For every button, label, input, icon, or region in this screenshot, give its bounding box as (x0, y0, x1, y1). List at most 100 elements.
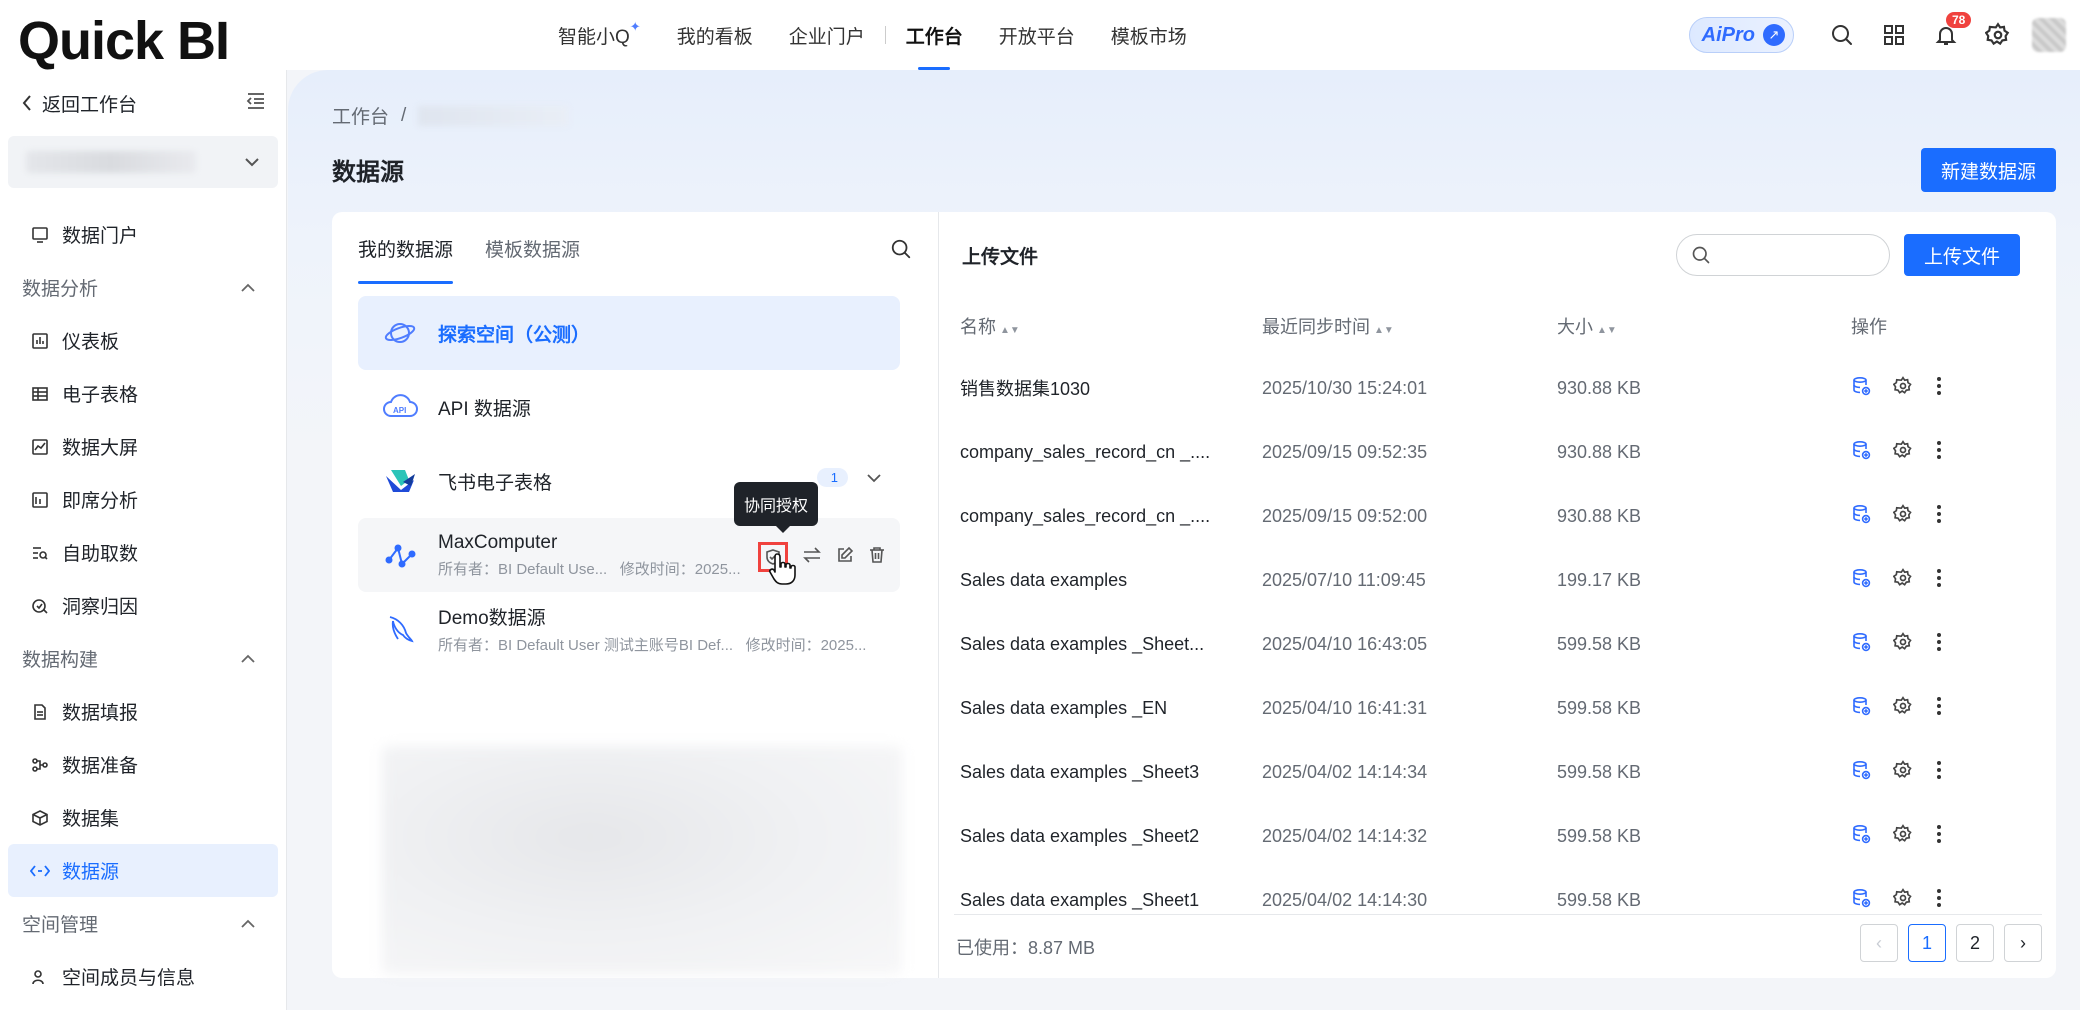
file-search-box[interactable] (1676, 234, 1890, 276)
trash-icon[interactable] (868, 546, 886, 569)
breadcrumb-space-blurred[interactable] (418, 105, 569, 126)
sidebar-item-dashboard[interactable]: 仪表板 (8, 314, 278, 367)
sidebar-item-bigscreen[interactable]: 数据大屏 (8, 420, 278, 473)
nav-template-market[interactable]: 模板市场 (1093, 0, 1205, 70)
more-vertical-icon[interactable] (1935, 568, 1943, 593)
dataset-create-icon[interactable] (1851, 696, 1871, 721)
dataset-create-icon[interactable] (1851, 760, 1871, 785)
row-actions (1845, 503, 2035, 529)
more-vertical-icon[interactable] (1935, 632, 1943, 657)
svg-text:API: API (393, 406, 406, 415)
gear-icon[interactable] (1892, 823, 1913, 849)
table-row[interactable]: company_sales_record_cn _.... 2025/09/15 … (954, 484, 2040, 548)
list-item[interactable]: MaxComputer 所有者：BI Default Use... 修改时间：2… (358, 518, 900, 592)
apps-grid-icon[interactable] (1868, 0, 1920, 70)
sidebar-item-fill[interactable]: 数据填报 (8, 685, 278, 738)
search-icon[interactable] (1816, 0, 1868, 70)
col-sync-time[interactable]: 最近同步时间 ▲▼ (1252, 313, 1549, 339)
dataset-create-icon[interactable] (1851, 632, 1871, 657)
table-row[interactable]: Sales data examples 2025/07/10 11:09:45 19… (954, 548, 2040, 612)
back-to-workbench[interactable]: 返回工作台 (20, 90, 137, 117)
gear-icon[interactable] (1892, 375, 1913, 401)
page-1-button[interactable]: 1 (1908, 924, 1946, 962)
aipro-button[interactable]: AiPro ↗ (1688, 17, 1794, 53)
nav-portal[interactable]: 企业门户 (771, 0, 883, 70)
collapse-sidebar-icon[interactable] (246, 92, 266, 115)
sidebar-group-build[interactable]: 数据构建 (0, 632, 286, 685)
sidebar-group-analysis[interactable]: 数据分析 (0, 261, 286, 314)
more-vertical-icon[interactable] (1935, 888, 1943, 913)
gear-icon[interactable] (1892, 567, 1913, 593)
sidebar-item-prep[interactable]: 数据准备 (8, 738, 278, 791)
dataset-create-icon[interactable] (1851, 824, 1871, 849)
nav-smart-q[interactable]: 智能小Q ✦ (540, 0, 659, 70)
list-item[interactable]: 飞书电子表格 1 (358, 444, 900, 518)
file-name: company_sales_record_cn _.... (960, 505, 1211, 526)
space-selector[interactable] (8, 136, 278, 188)
sidebar-group-space[interactable]: 空间管理 (0, 897, 286, 950)
gear-icon[interactable] (1892, 887, 1913, 913)
sidebar-item-adhoc[interactable]: 即席分析 (8, 473, 278, 526)
dataset-create-icon[interactable] (1851, 888, 1871, 913)
table-row[interactable]: Sales data examples _Sheet1 2025/04/02 14… (954, 868, 2040, 914)
col-name[interactable]: 名称 ▲▼ (954, 313, 1252, 339)
edit-icon[interactable] (836, 546, 854, 569)
dataset-create-icon[interactable] (1851, 504, 1871, 529)
gear-icon[interactable] (1892, 759, 1913, 785)
sidebar-item-members[interactable]: 空间成员与信息 (8, 950, 278, 1003)
file-name: Sales data examples _Sheet3 (960, 761, 1200, 782)
more-vertical-icon[interactable] (1935, 824, 1943, 849)
table-row[interactable]: Sales data examples _Sheet... 2025/04/10 … (954, 612, 2040, 676)
breadcrumb-workbench[interactable]: 工作台 (332, 102, 389, 129)
col-size[interactable]: 大小 ▲▼ (1549, 313, 1845, 339)
chevron-down-icon[interactable] (866, 470, 882, 488)
table-row[interactable]: company_sales_record_cn _.... 2025/09/15 … (954, 420, 2040, 484)
bell-icon[interactable]: 78 (1920, 0, 1972, 70)
table-row[interactable]: Sales data examples _Sheet3 2025/04/02 14… (954, 740, 2040, 804)
more-vertical-icon[interactable] (1935, 696, 1943, 721)
gear-icon[interactable] (1892, 695, 1913, 721)
sync-time: 2025/07/10 11:09:45 (1262, 569, 1426, 590)
sidebar-item-portal[interactable]: 数据门户 (8, 208, 278, 261)
more-vertical-icon[interactable] (1935, 760, 1943, 785)
search-icon[interactable] (890, 238, 912, 265)
gear-icon[interactable] (1892, 439, 1913, 465)
gear-icon[interactable] (1892, 503, 1913, 529)
next-page-button[interactable]: › (2004, 924, 2042, 962)
dataset-create-icon[interactable] (1851, 568, 1871, 593)
file-search-input[interactable] (1719, 246, 1879, 264)
more-vertical-icon[interactable] (1935, 440, 1943, 465)
more-vertical-icon[interactable] (1935, 376, 1943, 401)
nav-my-board[interactable]: 我的看板 (659, 0, 771, 70)
tab-my-datasource[interactable]: 我的数据源 (358, 212, 454, 284)
sidebar-item-datasource[interactable]: 数据源 (8, 844, 278, 897)
table-row[interactable]: Sales data examples _Sheet2 2025/04/02 14… (954, 804, 2040, 868)
tab-template-datasource[interactable]: 模板数据源 (485, 212, 580, 284)
dataset-create-icon[interactable] (1851, 440, 1871, 465)
table-row[interactable]: Sales data examples _EN 2025/04/10 16:41:… (954, 676, 2040, 740)
more-vertical-icon[interactable] (1935, 504, 1943, 529)
sidebar-item-spreadsheet[interactable]: 电子表格 (8, 367, 278, 420)
cube-icon (30, 808, 50, 828)
table-row[interactable]: 销售数据集1030 2025/10/30 15:24:01 930.88 KB (954, 356, 2040, 420)
list-item[interactable]: 探索空间（公测） (358, 296, 900, 370)
new-datasource-button[interactable]: 新建数据源 (1921, 148, 2056, 192)
user-avatar[interactable] (2032, 18, 2066, 52)
nav-workbench[interactable]: 工作台 (888, 0, 981, 70)
gear-icon[interactable] (1892, 631, 1913, 657)
transfer-icon[interactable] (802, 546, 822, 569)
back-label: 返回工作台 (42, 94, 138, 116)
list-item[interactable]: Demo数据源 所有者：BI Default User 测试主账号BI Def.… (358, 592, 900, 666)
gear-icon[interactable] (1972, 0, 2024, 70)
quick-bi-logo[interactable]: Quick BI (18, 10, 230, 72)
sidebar-item-selfservice[interactable]: 自助取数 (8, 526, 278, 579)
prev-page-button[interactable]: ‹ (1860, 924, 1898, 962)
list-item[interactable]: API API 数据源 (358, 370, 900, 444)
sidebar-item-dataset[interactable]: 数据集 (8, 791, 278, 844)
page-2-button[interactable]: 2 (1956, 924, 1994, 962)
dataset-create-icon[interactable] (1851, 376, 1871, 401)
upload-file-button[interactable]: 上传文件 (1904, 234, 2020, 276)
sidebar-item-insight[interactable]: 洞察归因 (8, 579, 278, 632)
datasource-list: 探索空间（公测） API API 数据源 飞书电子表格 1 MaxCompute… (358, 296, 900, 666)
nav-open-platform[interactable]: 开放平台 (981, 0, 1093, 70)
